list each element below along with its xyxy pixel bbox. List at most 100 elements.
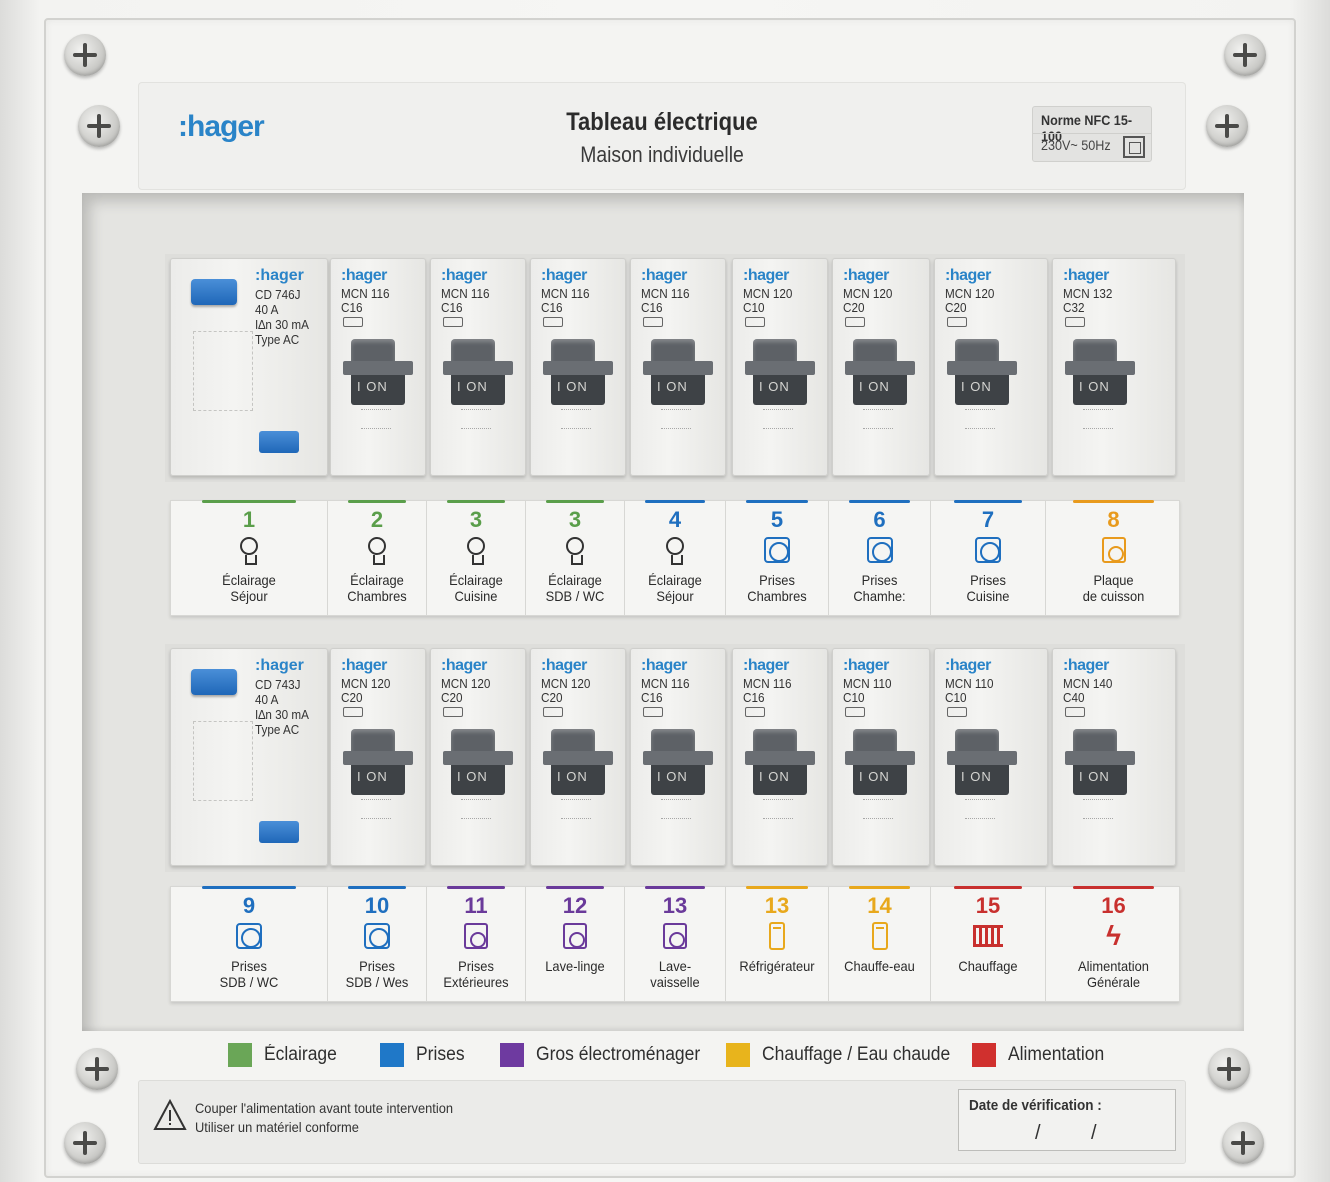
circuit-breaker[interactable]: :hager MCN 116 C16 I ON <box>430 258 526 476</box>
circuit-breaker[interactable]: :hager MCN 116 C16 I ON <box>530 258 626 476</box>
breaker-toggle[interactable]: I ON <box>543 729 613 795</box>
symbol-marking <box>1083 799 1113 819</box>
circuit-name-line: Générale <box>1087 974 1140 990</box>
toggle-wing[interactable] <box>343 361 413 375</box>
toggle-wing[interactable] <box>947 361 1017 375</box>
breaker-toggle[interactable]: I ON <box>1065 339 1135 405</box>
symbol-marking <box>561 409 591 429</box>
color-bar <box>1073 886 1154 889</box>
toggle-label: I ON <box>961 379 992 394</box>
toggle-wing[interactable] <box>745 361 815 375</box>
rcd-spec-line: Type AC <box>255 722 300 737</box>
toggle-wing[interactable] <box>1065 751 1135 765</box>
circuit-name-line: Éclairage <box>222 572 276 588</box>
rcd-spec-line: 40 A <box>255 692 279 707</box>
reset-button[interactable] <box>259 431 299 453</box>
toggle-wing[interactable] <box>643 361 713 375</box>
wiring-diagram-icon <box>193 331 253 411</box>
toggle-wing[interactable] <box>845 361 915 375</box>
toggle-label: I ON <box>357 379 388 394</box>
breaker-spec: MCN 116 C16 <box>743 677 792 705</box>
breaker-toggle[interactable]: I ON <box>443 729 513 795</box>
rcd-breaker[interactable]: :hager CD 743J 40 A I∆n 30 mA Type AC <box>170 648 328 866</box>
toggle-wing[interactable] <box>343 751 413 765</box>
circuit-number: 16 <box>1101 893 1126 918</box>
bulb-icon <box>660 535 690 565</box>
circuit-number: 10 <box>364 893 390 918</box>
circuit-breaker[interactable]: :hager MCN 116 C16 I ON <box>630 648 726 866</box>
circuit-label: 13 Réfrigérateur <box>726 886 829 1001</box>
circuit-breaker[interactable]: :hager MCN 120 C20 I ON <box>832 258 930 476</box>
breaker-toggle[interactable]: I ON <box>1065 729 1135 795</box>
rcd-spec-line: 40 A <box>255 302 279 317</box>
circuit-breaker[interactable]: :hager MCN 132 C32 I ON <box>1052 258 1176 476</box>
breaker-toggle[interactable]: I ON <box>543 339 613 405</box>
breaker-spec: MCN 132 C32 <box>1063 287 1112 315</box>
circuit-label: 3 Éclairage Cuisine <box>427 500 526 615</box>
rcd-breaker[interactable]: :hager CD 746J 40 A I∆n 30 mA Type AC <box>170 258 328 476</box>
breaker-toggle[interactable]: I ON <box>443 339 513 405</box>
breaker-toggle[interactable]: I ON <box>845 339 915 405</box>
circuit-label: 12 Lave-linge <box>526 886 625 1001</box>
toggle-wing[interactable] <box>443 751 513 765</box>
circuit-breaker[interactable]: :hager MCN 140 C40 I ON <box>1052 648 1176 866</box>
circuit-breaker[interactable]: :hager MCN 120 C10 I ON <box>732 258 828 476</box>
socket-shape <box>975 537 1001 563</box>
circuit-name-line: SDB / WC <box>219 974 279 990</box>
date-separator: / <box>1091 1122 1097 1144</box>
circuit-name: Plaque de cuisson <box>1051 572 1175 604</box>
circuit-breaker[interactable]: :hager MCN 116 C16 I ON <box>732 648 828 866</box>
circuit-breaker[interactable]: :hager MCN 110 C10 I ON <box>832 648 930 866</box>
breaker-toggle[interactable]: I ON <box>745 729 815 795</box>
fridge-icon <box>762 921 792 951</box>
breaker-rating: C10 <box>743 300 765 315</box>
color-bar <box>849 886 910 889</box>
breaker-toggle[interactable]: I ON <box>643 339 713 405</box>
circuit-name-line: Lave-linge <box>545 958 605 974</box>
reset-button[interactable] <box>259 821 299 843</box>
breaker-toggle[interactable]: I ON <box>947 339 1017 405</box>
test-button[interactable] <box>191 279 237 305</box>
toggle-wing[interactable] <box>745 751 815 765</box>
breaker-rating: C16 <box>743 690 765 705</box>
circuit-breaker[interactable]: :hager MCN 120 C20 I ON <box>934 258 1048 476</box>
toggle-wing[interactable] <box>643 751 713 765</box>
breaker-spec: MCN 120 C20 <box>541 677 590 705</box>
bulb-icon <box>461 535 491 565</box>
circuit-breaker[interactable]: :hager MCN 110 C10 I ON <box>934 648 1048 866</box>
breaker-toggle[interactable]: I ON <box>643 729 713 795</box>
breaker-toggle[interactable]: I ON <box>343 339 413 405</box>
breaker-model: MCN 140 <box>1063 676 1113 691</box>
radiator-shape <box>973 925 1003 947</box>
brand-logo: :hager <box>255 267 304 284</box>
toggle-wing[interactable] <box>1065 361 1135 375</box>
socket-icon <box>362 921 392 951</box>
circuit-breaker[interactable]: :hager MCN 116 C16 I ON <box>330 258 426 476</box>
circuit-label: 1 Éclairage Séjour <box>171 500 328 615</box>
code-mark-icon <box>443 317 463 327</box>
code-mark-icon <box>947 707 967 717</box>
verification-date-field[interactable]: Date de vérification : / / <box>958 1089 1176 1151</box>
circuit-breaker[interactable]: :hager MCN 120 C20 I ON <box>530 648 626 866</box>
circuit-breaker[interactable]: :hager MCN 116 C16 I ON <box>630 258 726 476</box>
brand-logo: :hager <box>743 267 789 284</box>
legend-item: Gros électroménager <box>500 1040 714 1070</box>
breaker-rating: C20 <box>541 690 563 705</box>
breaker-toggle[interactable]: I ON <box>745 339 815 405</box>
toggle-wing[interactable] <box>947 751 1017 765</box>
toggle-wing[interactable] <box>543 751 613 765</box>
code-mark-icon <box>947 317 967 327</box>
circuit-breaker[interactable]: :hager MCN 120 C20 I ON <box>330 648 426 866</box>
breaker-toggle[interactable]: I ON <box>947 729 1017 795</box>
breaker-toggle[interactable]: I ON <box>343 729 413 795</box>
toggle-wing[interactable] <box>543 361 613 375</box>
toggle-wing[interactable] <box>443 361 513 375</box>
circuit-label: 7 Prises Cuisine <box>931 500 1046 615</box>
test-button[interactable] <box>191 669 237 695</box>
legend-item: Éclairage <box>228 1040 343 1070</box>
code-mark-icon <box>343 707 363 717</box>
breaker-toggle[interactable]: I ON <box>845 729 915 795</box>
toggle-wing[interactable] <box>845 751 915 765</box>
circuit-breaker[interactable]: :hager MCN 120 C20 I ON <box>430 648 526 866</box>
circuit-name-line: Séjour <box>656 588 694 604</box>
